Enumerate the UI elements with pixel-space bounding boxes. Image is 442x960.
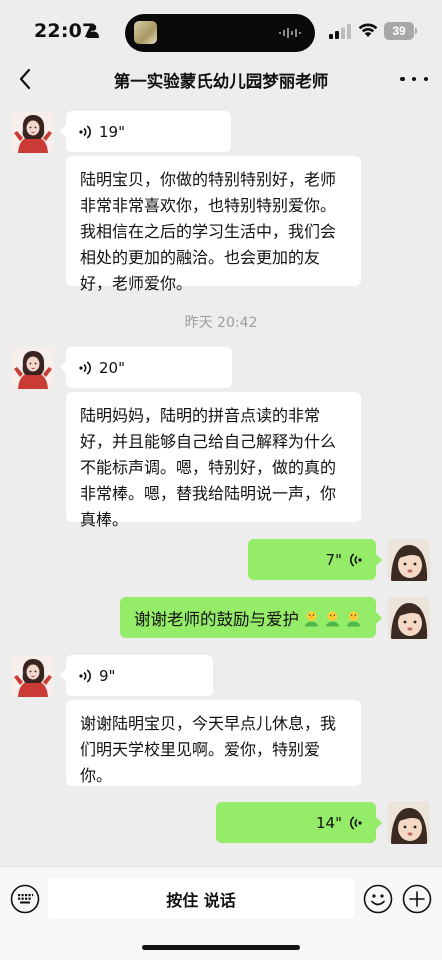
voice-duration: 14"	[316, 813, 342, 832]
voice-message-bubble[interactable]: 14"	[216, 802, 382, 843]
baby-chick-emoji-icon	[325, 610, 340, 626]
voice-duration: 20"	[99, 358, 125, 377]
wifi-icon	[358, 23, 378, 37]
voice-transcript: 谢谢陆明宝贝，今天早点儿休息，我们明天学校里见啊。爱你，特别爱你。	[66, 700, 361, 786]
message-text: 谢谢老师的鼓励与爱护	[134, 609, 299, 629]
status-bar: 22:07 39	[0, 0, 442, 62]
voice-icon	[350, 552, 362, 567]
battery-level: 39	[384, 22, 414, 40]
voice-message-bubble[interactable]: 20"	[60, 347, 232, 388]
voice-duration: 9"	[99, 666, 116, 685]
home-indicator	[142, 945, 300, 950]
smiley-icon[interactable]	[363, 884, 393, 914]
teacher-avatar[interactable]	[12, 655, 54, 697]
my-avatar-image	[388, 802, 430, 844]
teacher-avatar-image	[12, 655, 54, 697]
teacher-avatar[interactable]	[12, 347, 54, 389]
message-timestamp: 昨天 20:42	[184, 315, 258, 331]
voice-message-bubble[interactable]: 7"	[248, 539, 382, 580]
text-message-bubble[interactable]: 谢谢老师的鼓励与爱护	[120, 597, 382, 638]
voice-duration: 19"	[99, 122, 125, 141]
my-avatar[interactable]	[388, 802, 430, 844]
chat-header: 第一实验蒙氏幼儿园梦丽老师	[0, 62, 442, 100]
baby-chick-emoji-icon	[304, 610, 319, 626]
hold-to-talk-button[interactable]: 按住 说话	[48, 878, 354, 919]
person-icon	[87, 24, 99, 38]
chat-title: 第一实验蒙氏幼儿园梦丽老师	[113, 72, 329, 91]
voice-icon	[79, 124, 91, 139]
my-avatar-image	[388, 539, 430, 581]
voice-transcript: 陆明妈妈，陆明的拼音点读的非常好，并且能够自己给自己解释为什么不能标声调。嗯，特…	[66, 392, 361, 529]
back-icon	[19, 68, 31, 90]
voice-message-bubble[interactable]: 19"	[60, 111, 231, 152]
voice-transcript: 陆明宝贝，你做的特别特别好，老师非常非常喜欢你，也特别特别爱你。我相信在之后的学…	[66, 156, 361, 293]
signal-icon	[329, 24, 351, 39]
voice-icon	[350, 815, 362, 830]
baby-chick-emoji-icon	[346, 610, 361, 626]
teacher-avatar-image	[12, 111, 54, 153]
voice-icon	[79, 668, 91, 683]
voice-duration: 7"	[325, 550, 342, 569]
teacher-avatar[interactable]	[12, 111, 54, 153]
plus-icon[interactable]	[402, 884, 432, 914]
voice-icon	[79, 360, 91, 375]
back-button[interactable]	[10, 62, 40, 96]
dynamic-island[interactable]	[125, 14, 315, 52]
now-playing-thumbnail	[134, 21, 157, 44]
teacher-avatar-image	[12, 347, 54, 389]
more-icon	[400, 76, 405, 82]
my-avatar[interactable]	[388, 539, 430, 581]
my-avatar[interactable]	[388, 597, 430, 639]
my-avatar-image	[388, 597, 430, 639]
more-button[interactable]	[400, 70, 428, 88]
audio-wave-icon	[279, 28, 301, 38]
keyboard-icon[interactable]	[10, 884, 40, 914]
voice-message-bubble[interactable]: 9"	[60, 655, 213, 696]
battery-indicator: 39	[384, 22, 417, 40]
